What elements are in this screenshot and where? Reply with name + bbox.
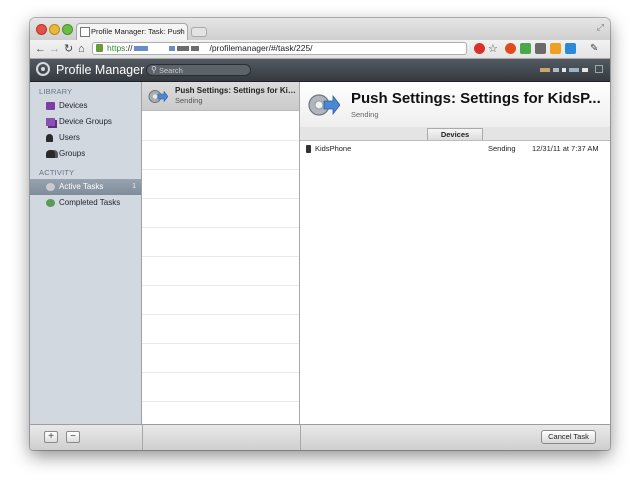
iphone-icon [306,145,311,153]
table-row[interactable]: KidsPhone Sending 12/31/11 at 7:37 AM [300,143,610,155]
blocked-icon[interactable] [474,43,485,54]
detail-tabs: Devices [300,127,610,141]
sidebar-item-label: Devices [59,101,88,110]
detail-status: Sending [351,110,379,119]
sidebar-item-devices[interactable]: Devices [30,98,141,114]
task-list: Push Settings: Settings for Kids... Send… [142,82,300,424]
search-icon: ⚲ [151,65,157,74]
activity-heading: ACTIVITY [39,168,75,177]
detail-header: Push Settings: Settings for KidsP... Sen… [300,82,610,128]
back-arrow-icon[interactable]: ← [35,42,46,56]
sidebar-item-label: Active Tasks [59,182,104,191]
amazon-extension-icon[interactable] [550,43,561,54]
active-tasks-count: 1 [132,183,136,190]
fullscreen-icon[interactable]: ⤢ [597,22,604,33]
sidebar-item-device-groups[interactable]: Device Groups [30,114,141,130]
close-window-button[interactable] [36,24,47,35]
reload-icon[interactable]: ↻ [64,42,73,56]
tab-devices[interactable]: Devices [427,128,483,140]
list-item[interactable]: Push Settings: Settings for Kids... Send… [142,82,299,111]
group-icon [46,150,55,158]
search-box[interactable]: ⚲ [146,64,251,76]
remove-button[interactable]: − [66,431,80,443]
evernote-extension-icon[interactable] [520,43,531,54]
browser-tab[interactable]: Profile Manager: Task: Push × [76,23,188,40]
mail-extension-icon[interactable] [565,43,576,54]
zoom-window-button[interactable] [62,24,73,35]
profile-manager-logo-icon [36,62,50,76]
device-date: 12/31/11 at 7:37 AM [532,144,599,153]
device-status: Sending [488,144,516,153]
bookmark-star-icon[interactable]: ☆ [488,42,498,56]
push-settings-gear-icon [148,90,168,103]
bottom-toolbar: + − Cancel Task [30,424,610,450]
settings-extension-icon[interactable] [535,43,546,54]
opera-extension-icon[interactable] [505,43,516,54]
wrench-icon[interactable]: ✎ [590,42,598,56]
sidebar-item-label: Groups [59,149,86,158]
user-menu-icon[interactable] [595,65,603,73]
browser-window: Profile Manager: Task: Push × ⤢ ← → ↻ ⌂ … [30,18,610,450]
add-button[interactable]: + [44,431,58,443]
new-tab-button[interactable] [191,27,207,37]
url-separator: :// [125,43,133,53]
sidebar-item-label: Users [59,133,80,142]
page-favicon-icon [80,27,90,37]
task-detail: Push Settings: Settings for KidsP... Sen… [300,82,610,424]
active-tasks-gear-icon [46,183,55,191]
device-name: KidsPhone [315,144,352,153]
sidebar: LIBRARY Devices Device Groups Users Grou… [30,82,142,424]
sidebar-item-label: Completed Tasks [59,198,121,207]
task-title: Push Settings: Settings for Kids... [175,86,297,95]
browser-toolbar: ← → ↻ ⌂ https:// /profilemanager/#/task/2… [30,40,610,59]
user-avatar[interactable] [540,68,550,72]
sidebar-item-active-tasks[interactable]: Active Tasks 1 [30,179,141,195]
minimize-window-button[interactable] [49,24,60,35]
url-scheme: https [107,43,126,53]
address-bar[interactable]: https:// /profilemanager/#/task/225/ [92,42,467,55]
library-heading: LIBRARY [39,87,73,96]
redacted-host [133,46,148,52]
app-title: Profile Manager [56,63,145,77]
devices-icon [46,102,55,110]
sidebar-item-groups[interactable]: Groups [30,146,141,162]
tab-close-icon[interactable]: × [178,24,183,39]
home-icon[interactable]: ⌂ [78,42,85,56]
completed-tasks-icon [46,199,55,207]
cancel-task-button[interactable]: Cancel Task [541,430,596,444]
lock-icon [96,44,103,52]
tab-strip: Profile Manager: Task: Push × ⤢ [30,18,610,40]
device-groups-icon [46,118,55,126]
url-path: /profilemanager/#/task/225/ [209,43,313,53]
sidebar-item-users[interactable]: Users [30,130,141,146]
search-input[interactable] [159,65,247,75]
detail-title: Push Settings: Settings for KidsP... [351,90,601,107]
push-settings-gear-icon [308,94,340,116]
browser-tab-title: Profile Manager: Task: Push [91,27,185,36]
task-status: Sending [175,96,203,105]
sidebar-item-completed-tasks[interactable]: Completed Tasks [30,195,141,211]
user-icon [46,134,53,142]
app-header: Profile Manager ⚲ [30,59,610,82]
sidebar-item-label: Device Groups [59,117,112,126]
forward-arrow-icon[interactable]: → [49,42,60,56]
